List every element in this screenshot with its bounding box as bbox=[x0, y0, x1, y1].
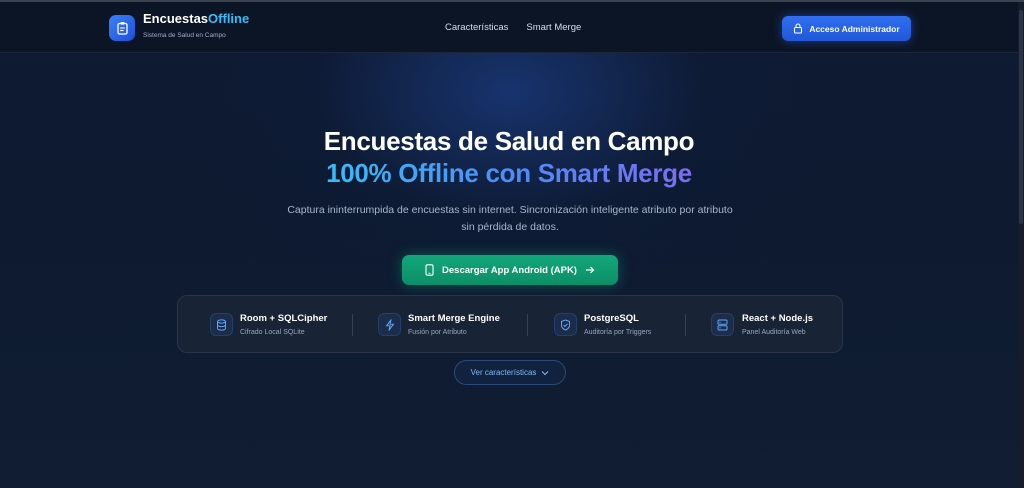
ver-caracteristicas-label: Ver características bbox=[470, 368, 537, 377]
hero-subtitle-text: 100% Offline con Smart Merge bbox=[326, 158, 692, 188]
brand-accent: Offline bbox=[208, 11, 250, 26]
feature-title: Smart Merge Engine bbox=[408, 313, 500, 324]
admin-access-button[interactable]: Acceso Administrador bbox=[782, 16, 911, 41]
nav-link-smart-merge[interactable]: Smart Merge bbox=[526, 22, 581, 33]
download-apk-button[interactable]: Descargar App Android (APK) bbox=[402, 255, 618, 285]
feature-icon-box bbox=[378, 313, 401, 336]
feature-item-smart-merge: Smart Merge Engine Fusión por Atributo bbox=[354, 296, 530, 354]
feature-icon-box bbox=[711, 313, 734, 336]
page-scrollbar[interactable] bbox=[1018, 2, 1024, 488]
shield-icon bbox=[561, 318, 570, 331]
logo[interactable] bbox=[109, 15, 135, 41]
clipboard-icon bbox=[116, 22, 128, 35]
lock-icon bbox=[794, 23, 803, 34]
feature-title: Room + SQLCipher bbox=[240, 313, 328, 324]
ver-caracteristicas-button[interactable]: Ver características bbox=[454, 360, 566, 385]
brand-main: Encuestas bbox=[143, 11, 209, 26]
lightning-icon bbox=[385, 318, 394, 331]
features-strip: Room + SQLCipher Cifrado Local SQLite Sm… bbox=[177, 295, 843, 353]
phone-icon bbox=[425, 264, 434, 276]
brand-name[interactable]: EncuestasOffline bbox=[143, 11, 249, 26]
feature-divider bbox=[352, 314, 353, 336]
feature-divider bbox=[527, 314, 528, 336]
admin-access-label: Acceso Administrador bbox=[809, 23, 900, 34]
navbar: EncuestasOffline Sistema de Salud en Cam… bbox=[0, 2, 1018, 53]
arrow-right-icon bbox=[585, 266, 595, 274]
feature-divider bbox=[685, 314, 686, 336]
server-icon bbox=[717, 319, 728, 330]
feature-title: PostgreSQL bbox=[584, 313, 639, 324]
feature-title: React + Node.js bbox=[742, 313, 814, 324]
nav-link-caracteristicas[interactable]: Características bbox=[445, 22, 508, 33]
database-icon bbox=[217, 318, 226, 331]
hero-title: Encuestas de Salud en Campo bbox=[323, 126, 695, 156]
feature-item-react-node: React + Node.js Panel Auditoría Web bbox=[687, 296, 843, 354]
hero-subtitle: 100% Offline con Smart Merge bbox=[0, 158, 1018, 189]
chevron-down-icon bbox=[542, 370, 549, 375]
feature-icon-box bbox=[554, 313, 577, 336]
feature-subtitle: Panel Auditoría Web bbox=[742, 329, 806, 336]
feature-item-room: Room + SQLCipher Cifrado Local SQLite bbox=[178, 296, 350, 354]
hero-description: Captura ininterrumpida de encuestas sin … bbox=[287, 204, 733, 233]
feature-subtitle: Fusión por Atributo bbox=[408, 329, 467, 336]
landing-page: EncuestasOffline Sistema de Salud en Cam… bbox=[0, 2, 1018, 488]
scrollbar-thumb[interactable] bbox=[1019, 10, 1023, 224]
feature-item-postgresql: PostgreSQL Auditoría por Triggers bbox=[530, 296, 686, 354]
nav-links: Características Smart Merge bbox=[445, 22, 581, 33]
download-apk-label: Descargar App Android (APK) bbox=[442, 264, 577, 276]
feature-subtitle: Auditoría por Triggers bbox=[584, 329, 652, 336]
brand-subtitle: Sistema de Salud en Campo bbox=[143, 32, 226, 39]
feature-icon-box bbox=[210, 313, 233, 336]
feature-subtitle: Cifrado Local SQLite bbox=[240, 329, 305, 336]
